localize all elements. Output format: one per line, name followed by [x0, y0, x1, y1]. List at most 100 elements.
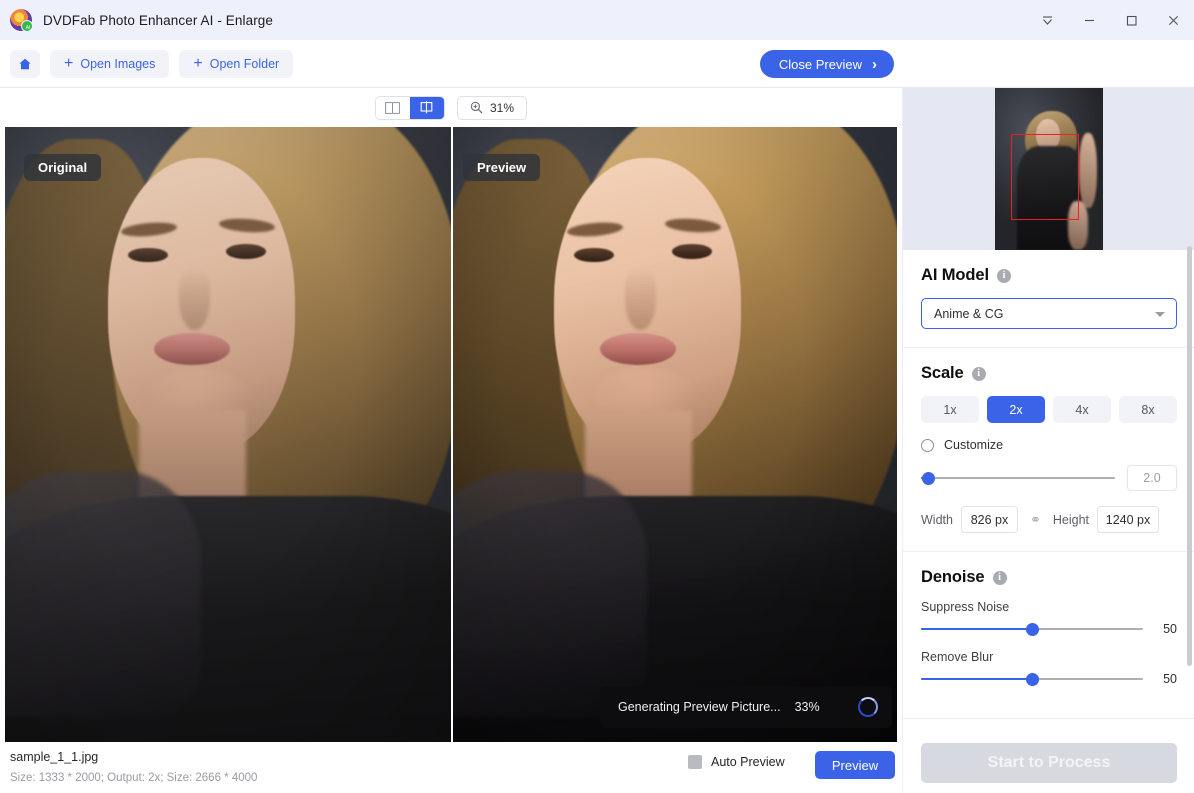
logo-ai-badge: AI: [25, 25, 31, 31]
progress-percent: 33%: [794, 700, 820, 714]
open-images-label: Open Images: [80, 56, 156, 71]
preview-button[interactable]: Preview: [815, 751, 895, 779]
open-folder-label: Open Folder: [209, 56, 280, 71]
close-preview-label: Close Preview: [778, 56, 862, 72]
suppress-noise-value: 50: [1163, 622, 1177, 636]
info-icon[interactable]: i: [971, 366, 986, 381]
side-by-side-view-button[interactable]: [376, 97, 410, 119]
customize-slider-thumb[interactable]: [922, 471, 936, 485]
original-badge: Original: [24, 154, 102, 181]
home-button[interactable]: [10, 49, 40, 78]
main-toolbar: + Open Images + Open Folder Close Previe…: [0, 40, 1194, 88]
start-to-process-button[interactable]: Start to Process: [921, 743, 1177, 783]
title-bar: AI DVDFab Photo Enhancer AI - Enlarge: [0, 0, 1194, 40]
customize-radio-row[interactable]: Customize: [921, 438, 1177, 452]
denoise-title: Denoise: [921, 568, 985, 586]
open-images-button[interactable]: + Open Images: [50, 49, 170, 78]
remove-blur-thumb[interactable]: [1025, 672, 1039, 686]
checkbox-icon: [688, 755, 702, 769]
original-image-pane[interactable]: Original: [5, 127, 451, 742]
settings-scrollbar[interactable]: [1187, 246, 1192, 666]
remove-blur-slider-row[interactable]: 50: [921, 672, 1177, 686]
loading-spinner-icon: [858, 697, 878, 717]
ai-model-select[interactable]: Anime & CG: [921, 298, 1177, 329]
home-icon: [19, 58, 31, 69]
file-name-label: sample_1_1.jpg: [10, 750, 99, 764]
remove-blur-label: Remove Blur: [921, 650, 994, 664]
width-label: Width: [921, 512, 953, 527]
close-preview-button[interactable]: Close Preview ›: [759, 50, 894, 78]
side-by-side-view-icon: [385, 101, 401, 114]
close-icon[interactable]: [1152, 0, 1194, 40]
denoise-section: Denoise i Suppress Noise 50 Remove Blur: [903, 552, 1194, 719]
navigator-panel[interactable]: [903, 88, 1194, 250]
collapse-icon[interactable]: [1026, 0, 1068, 40]
file-meta-label: Size: 1333 * 2000; Output: 2x; Size: 266…: [10, 772, 258, 784]
bottom-status-bar: sample_1_1.jpg Size: 1333 * 2000; Output…: [0, 742, 902, 793]
view-mode-bar: 31%: [0, 88, 902, 127]
scale-option-2x[interactable]: 2x: [987, 396, 1045, 423]
ai-model-header: AI Model i: [921, 266, 1177, 285]
suppress-noise-track[interactable]: [921, 622, 1143, 636]
radio-icon: [921, 438, 934, 452]
customize-label: Customize: [944, 438, 1004, 452]
window-controls: [1026, 0, 1194, 40]
ai-model-section: AI Model i Anime & CG: [903, 250, 1194, 348]
scale-title: Scale: [921, 364, 964, 382]
zoom-level-label: 31%: [489, 100, 515, 115]
plus-icon: +: [64, 54, 74, 72]
scale-option-8x[interactable]: 8x: [1119, 396, 1177, 423]
ai-model-title: AI Model: [921, 266, 989, 284]
preview-photo: [451, 127, 897, 742]
suppress-noise-slider-row[interactable]: 50: [921, 622, 1177, 636]
info-icon[interactable]: i: [996, 268, 1011, 283]
dimensions-row: Width 826 px ⚭ Height 1240 px: [921, 506, 1177, 533]
view-mode-segmented-control: [374, 95, 445, 120]
navigator-viewport-rect[interactable]: [1011, 134, 1079, 220]
customize-value-box[interactable]: 2.0: [1127, 465, 1177, 491]
maximize-icon[interactable]: [1110, 0, 1152, 40]
window-title: DVDFab Photo Enhancer AI - Enlarge: [43, 12, 274, 28]
split-view-button[interactable]: [409, 96, 444, 119]
zoom-control[interactable]: 31%: [456, 95, 528, 120]
height-label: Height: [1052, 512, 1089, 527]
customize-slider-row[interactable]: 2.0: [921, 465, 1177, 491]
scale-section: Scale i 1x 2x 4x 8x Customize 2.0 Width …: [903, 348, 1194, 552]
link-icon[interactable]: ⚭: [1030, 512, 1041, 528]
zoom-in-icon: [470, 101, 483, 114]
remove-blur-track[interactable]: [921, 672, 1143, 686]
ai-model-selected-value: Anime & CG: [934, 306, 1004, 321]
original-photo: [5, 127, 451, 742]
denoise-header: Denoise i: [921, 568, 1177, 587]
settings-panel: AI Model i Anime & CG Scale i 1x 2x 4x 8…: [902, 88, 1194, 793]
app-window: AI DVDFab Photo Enhancer AI - Enlarge + …: [0, 0, 1194, 793]
scale-header: Scale i: [921, 364, 1177, 383]
customize-slider-track[interactable]: [921, 471, 1115, 485]
suppress-noise-label: Suppress Noise: [921, 600, 1010, 614]
minimize-icon[interactable]: [1068, 0, 1110, 40]
preview-badge: Preview: [463, 154, 541, 181]
compare-divider[interactable]: [451, 127, 453, 742]
navigator-thumbnail[interactable]: [995, 88, 1103, 250]
image-compare-stage[interactable]: Original Preview Generating Preview Pict…: [5, 127, 897, 742]
auto-preview-label: Auto Preview: [711, 755, 785, 769]
progress-toast: Generating Preview Picture... 33%: [600, 686, 892, 728]
open-folder-button[interactable]: + Open Folder: [179, 49, 294, 78]
chevron-right-icon: ›: [872, 55, 877, 73]
settings-scroll-area: AI Model i Anime & CG Scale i 1x 2x 4x 8…: [903, 250, 1194, 793]
scale-options: 1x 2x 4x 8x: [921, 396, 1177, 423]
plus-icon: +: [193, 54, 203, 72]
preview-image-pane[interactable]: Preview: [451, 127, 897, 742]
auto-preview-checkbox[interactable]: Auto Preview: [688, 755, 785, 769]
scale-option-1x[interactable]: 1x: [921, 396, 979, 423]
split-view-icon: [421, 101, 433, 114]
info-icon[interactable]: i: [992, 570, 1007, 585]
progress-text: Generating Preview Picture...: [618, 700, 781, 714]
width-input[interactable]: 826 px: [960, 506, 1018, 533]
suppress-noise-thumb[interactable]: [1025, 622, 1039, 636]
scale-option-4x[interactable]: 4x: [1053, 396, 1111, 423]
height-input[interactable]: 1240 px: [1097, 506, 1159, 533]
remove-blur-value: 50: [1163, 672, 1177, 686]
app-logo-icon: AI: [10, 9, 33, 32]
chevron-down-icon: [1155, 311, 1165, 317]
